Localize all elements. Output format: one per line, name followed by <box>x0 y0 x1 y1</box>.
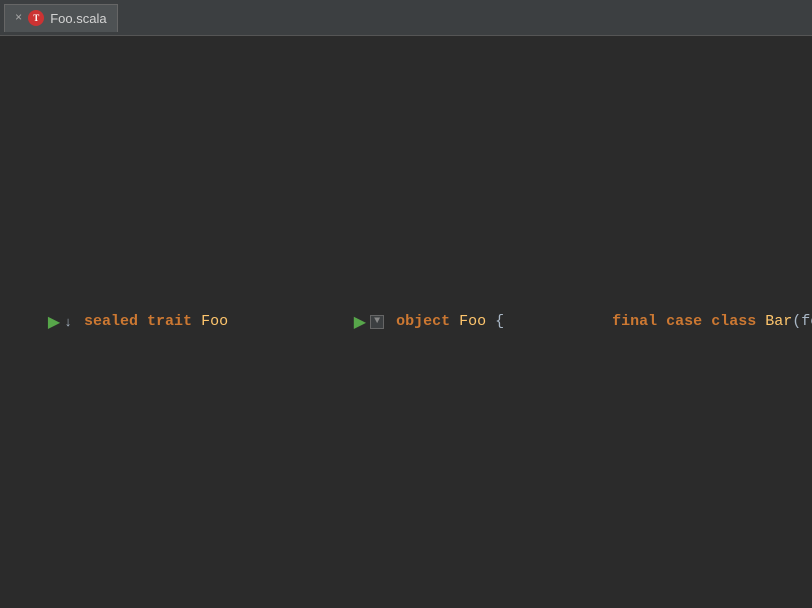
tab-title: Foo.scala <box>50 11 106 26</box>
editor-window: × T Foo.scala ▶ ↓ sealed trait Foo <box>0 0 812 608</box>
line-3: ▶ ▼ object Foo { <box>312 36 504 608</box>
scala-file-icon: T <box>28 10 44 26</box>
line-4-content: final case class Bar(foo: Int) extends F… <box>584 36 812 608</box>
tab-close-button[interactable]: × <box>15 11 22 25</box>
line-1-content: sealed trait Foo <box>80 36 228 608</box>
editor-body[interactable]: ▶ ↓ sealed trait Foo ▶ ▼ object Foo { <box>0 36 812 608</box>
tab-bar: × T Foo.scala <box>0 0 812 36</box>
line-2 <box>228 36 312 608</box>
line-4: final case class Bar(foo: Int) extends F… <box>504 36 812 608</box>
active-tab[interactable]: × T Foo.scala <box>4 4 118 32</box>
fold-button-line3[interactable]: ▼ <box>370 315 384 329</box>
run-icon-line1[interactable]: ▶ <box>48 312 60 332</box>
line-3-content: object Foo { <box>392 36 504 608</box>
run-icon2-line1[interactable]: ↓ <box>64 315 72 330</box>
line-1: ▶ ↓ sealed trait Foo <box>0 36 228 608</box>
run-icon-line3[interactable]: ▶ <box>354 312 366 332</box>
